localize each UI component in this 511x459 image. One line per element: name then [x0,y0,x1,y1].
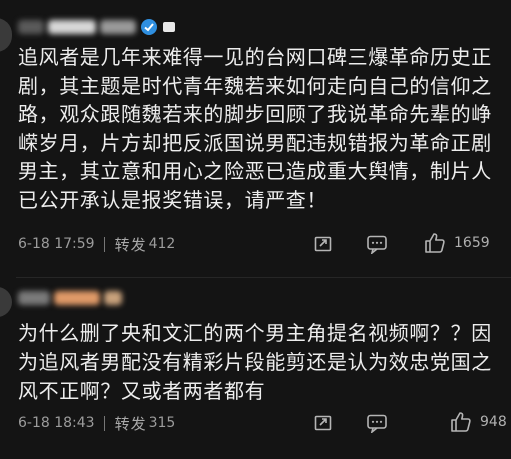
comment-text: 为什么删了央和文汇的两个男主角提名视频啊？？因为追风者男配没有精彩片段能剪还是认… [18,321,492,403]
divider [103,415,105,431]
like-icon [425,233,445,253]
repost-label[interactable]: 转发 [115,413,147,434]
username-blurred[interactable] [18,291,50,305]
username-row[interactable] [18,285,122,311]
like-button[interactable]: 1659 [424,232,490,254]
avatar[interactable] [0,287,12,317]
comment-date: 6-18 17:59 [18,236,95,252]
comment-meta: 6-18 18:43 转发 315 [18,411,175,435]
repost-label[interactable]: 转发 [115,234,147,255]
like-count: 948 [480,414,507,430]
username-blurred[interactable] [18,20,44,34]
comment-icon[interactable] [366,413,388,433]
verified-badge-icon [141,19,157,35]
like-button[interactable]: 948 [450,411,507,433]
comment-icon[interactable] [366,234,388,254]
repost-count: 315 [148,415,176,431]
divider [103,236,105,252]
level-badge-icon [163,22,175,32]
comment-date: 6-18 18:43 [18,415,95,431]
comment-item-1: 追风者是几年来难得一见的台网口碑三爆革命历史正剧，其主题是时代青年魏若来如何走向… [0,0,511,275]
comment-text: 追风者是几年来难得一见的台网口碑三爆革命历史正剧，其主题是时代青年魏若来如何走向… [18,45,492,212]
comment-meta: 6-18 17:59 转发 412 [18,232,175,256]
repost-count: 412 [148,236,176,252]
share-icon[interactable] [313,234,333,254]
comment-item-2: 为什么删了央和文汇的两个男主角提名视频啊？？因为追风者男配没有精彩片段能剪还是认… [0,283,511,459]
avatar[interactable] [0,18,12,52]
like-icon [451,412,471,432]
username-row[interactable] [18,14,176,40]
share-icon[interactable] [313,413,333,433]
comment-divider [16,277,511,278]
like-count: 1659 [454,235,490,251]
